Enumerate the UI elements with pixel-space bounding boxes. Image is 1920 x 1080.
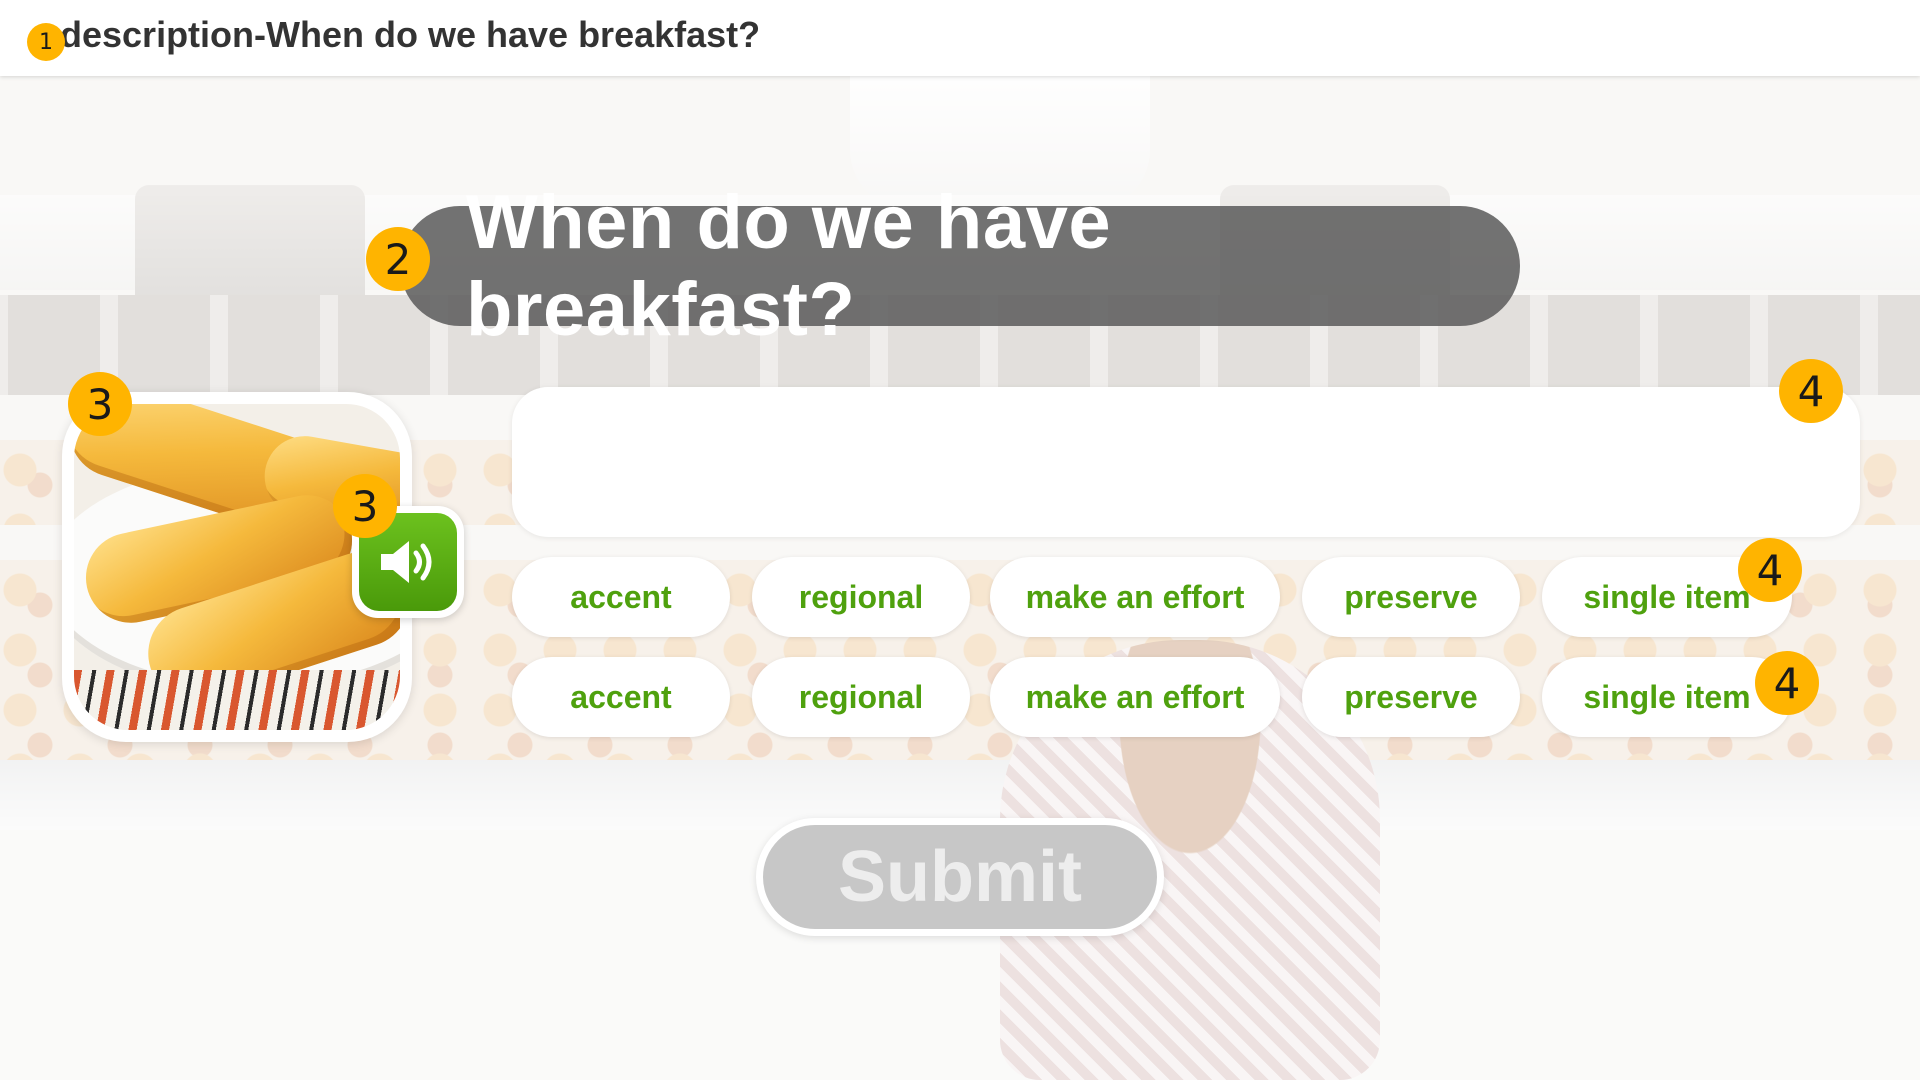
step-badge-row1: 4	[1738, 538, 1802, 602]
word-chip-accent[interactable]: accent	[512, 557, 730, 637]
description-bar: description-When do we have breakfast?	[0, 0, 1920, 76]
question-text: When do we have breakfast?	[466, 180, 1112, 352]
word-chip-make-an-effort[interactable]: make an effort	[990, 657, 1280, 737]
step-badge-description: 1	[27, 23, 65, 61]
word-chip-regional[interactable]: regional	[752, 657, 970, 737]
word-chip-make-an-effort[interactable]: make an effort	[990, 557, 1280, 637]
tablecloth	[74, 670, 400, 730]
word-chip-single-item[interactable]: single item	[1542, 657, 1792, 737]
question-banner: When do we have breakfast?	[400, 180, 1520, 352]
word-chip-regional[interactable]: regional	[752, 557, 970, 637]
word-chip-preserve[interactable]: preserve	[1302, 557, 1520, 637]
word-chip-preserve[interactable]: preserve	[1302, 657, 1520, 737]
description-text: description-When do we have breakfast?	[60, 14, 761, 55]
step-badge-audio: 3	[333, 474, 397, 538]
step-badge-answer: 4	[1779, 359, 1843, 423]
step-badge-question: 2	[366, 227, 430, 291]
step-badge-row2: 4	[1755, 651, 1819, 715]
speaker-icon	[381, 541, 432, 583]
submit-button[interactable]: Submit	[756, 818, 1164, 936]
answer-drop-area[interactable]	[512, 387, 1860, 537]
word-chip-accent[interactable]: accent	[512, 657, 730, 737]
step-badge-picture: 3	[68, 372, 132, 436]
